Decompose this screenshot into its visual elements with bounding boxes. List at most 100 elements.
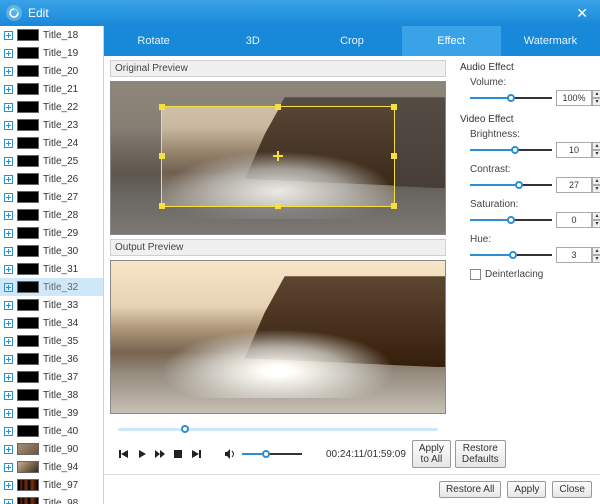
- crop-handle[interactable]: [159, 104, 165, 110]
- sidebar-item[interactable]: Title_97: [0, 476, 103, 494]
- step-down-icon[interactable]: ▾: [592, 150, 600, 158]
- hue-value[interactable]: 3 ▴ ▾: [556, 247, 592, 263]
- crop-handle[interactable]: [159, 153, 165, 159]
- contrast-value[interactable]: 27 ▴ ▾: [556, 177, 592, 193]
- sidebar-item[interactable]: Title_38: [0, 386, 103, 404]
- sidebar-item[interactable]: Title_23: [0, 116, 103, 134]
- expand-icon[interactable]: [4, 391, 13, 400]
- original-preview[interactable]: [110, 81, 446, 235]
- sidebar-item[interactable]: Title_29: [0, 224, 103, 242]
- expand-icon[interactable]: [4, 319, 13, 328]
- sidebar-item[interactable]: Title_33: [0, 296, 103, 314]
- prev-button[interactable]: [118, 446, 130, 462]
- expand-icon[interactable]: [4, 445, 13, 454]
- crop-rectangle[interactable]: [161, 106, 395, 206]
- expand-icon[interactable]: [4, 139, 13, 148]
- volume-value[interactable]: 100% ▴ ▾: [556, 90, 592, 106]
- sidebar[interactable]: Title_18Title_19Title_20Title_21Title_22…: [0, 26, 104, 504]
- expand-icon[interactable]: [4, 409, 13, 418]
- sidebar-item[interactable]: Title_30: [0, 242, 103, 260]
- sidebar-item[interactable]: Title_94: [0, 458, 103, 476]
- sidebar-item[interactable]: Title_35: [0, 332, 103, 350]
- expand-icon[interactable]: [4, 355, 13, 364]
- expand-icon[interactable]: [4, 85, 13, 94]
- output-preview[interactable]: [110, 260, 446, 414]
- stop-button[interactable]: [172, 446, 184, 462]
- step-up-icon[interactable]: ▴: [592, 212, 600, 220]
- expand-icon[interactable]: [4, 427, 13, 436]
- contrast-slider[interactable]: [470, 180, 552, 190]
- tab-3d[interactable]: 3D: [203, 26, 302, 56]
- tab-rotate[interactable]: Rotate: [104, 26, 203, 56]
- crop-handle[interactable]: [275, 203, 281, 209]
- checkbox-icon[interactable]: [470, 269, 481, 280]
- step-up-icon[interactable]: ▴: [592, 142, 600, 150]
- crop-handle[interactable]: [391, 153, 397, 159]
- sidebar-item[interactable]: Title_20: [0, 62, 103, 80]
- tab-effect[interactable]: Effect: [402, 26, 501, 56]
- restore-all-button[interactable]: Restore All: [439, 481, 501, 498]
- expand-icon[interactable]: [4, 283, 13, 292]
- expand-icon[interactable]: [4, 103, 13, 112]
- brightness-slider[interactable]: [470, 145, 552, 155]
- step-down-icon[interactable]: ▾: [592, 185, 600, 193]
- crop-handle[interactable]: [275, 104, 281, 110]
- hue-slider[interactable]: [470, 250, 552, 260]
- crop-handle[interactable]: [159, 203, 165, 209]
- sidebar-item[interactable]: Title_24: [0, 134, 103, 152]
- saturation-slider[interactable]: [470, 215, 552, 225]
- saturation-value[interactable]: 0 ▴ ▾: [556, 212, 592, 228]
- expand-icon[interactable]: [4, 265, 13, 274]
- expand-icon[interactable]: [4, 499, 13, 504]
- crop-handle[interactable]: [391, 203, 397, 209]
- expand-icon[interactable]: [4, 121, 13, 130]
- sidebar-item[interactable]: Title_28: [0, 206, 103, 224]
- expand-icon[interactable]: [4, 67, 13, 76]
- apply-button[interactable]: Apply: [507, 481, 546, 498]
- sidebar-item[interactable]: Title_90: [0, 440, 103, 458]
- fast-forward-button[interactable]: [154, 446, 166, 462]
- deinterlacing-checkbox[interactable]: Deinterlacing: [470, 269, 592, 280]
- sidebar-item[interactable]: Title_36: [0, 350, 103, 368]
- expand-icon[interactable]: [4, 301, 13, 310]
- sidebar-item[interactable]: Title_22: [0, 98, 103, 116]
- volume-slider[interactable]: [242, 449, 302, 459]
- seek-slider[interactable]: [118, 424, 438, 434]
- sidebar-item[interactable]: Title_19: [0, 44, 103, 62]
- sidebar-item[interactable]: Title_21: [0, 80, 103, 98]
- step-up-icon[interactable]: ▴: [592, 177, 600, 185]
- sidebar-item[interactable]: Title_37: [0, 368, 103, 386]
- sidebar-item[interactable]: Title_27: [0, 188, 103, 206]
- sidebar-item[interactable]: Title_31: [0, 260, 103, 278]
- brightness-value[interactable]: 10 ▴ ▾: [556, 142, 592, 158]
- sidebar-item[interactable]: Title_32: [0, 278, 103, 296]
- sidebar-item[interactable]: Title_40: [0, 422, 103, 440]
- step-up-icon[interactable]: ▴: [592, 90, 600, 98]
- close-icon[interactable]: ✕: [570, 3, 594, 24]
- sidebar-item[interactable]: Title_34: [0, 314, 103, 332]
- volume-icon[interactable]: [222, 446, 238, 462]
- volume-slider[interactable]: [470, 93, 552, 103]
- sidebar-item[interactable]: Title_98: [0, 494, 103, 504]
- expand-icon[interactable]: [4, 31, 13, 40]
- expand-icon[interactable]: [4, 481, 13, 490]
- expand-icon[interactable]: [4, 229, 13, 238]
- expand-icon[interactable]: [4, 211, 13, 220]
- tab-crop[interactable]: Crop: [302, 26, 401, 56]
- sidebar-item[interactable]: Title_26: [0, 170, 103, 188]
- step-down-icon[interactable]: ▾: [592, 98, 600, 106]
- sidebar-item[interactable]: Title_39: [0, 404, 103, 422]
- expand-icon[interactable]: [4, 175, 13, 184]
- expand-icon[interactable]: [4, 463, 13, 472]
- play-button[interactable]: [136, 446, 148, 462]
- close-button[interactable]: Close: [552, 481, 592, 498]
- expand-icon[interactable]: [4, 49, 13, 58]
- expand-icon[interactable]: [4, 157, 13, 166]
- crop-center-icon[interactable]: [273, 151, 283, 161]
- step-down-icon[interactable]: ▾: [592, 220, 600, 228]
- next-button[interactable]: [190, 446, 202, 462]
- apply-to-all-button[interactable]: Apply to All: [412, 440, 451, 468]
- step-up-icon[interactable]: ▴: [592, 247, 600, 255]
- sidebar-item[interactable]: Title_25: [0, 152, 103, 170]
- step-down-icon[interactable]: ▾: [592, 255, 600, 263]
